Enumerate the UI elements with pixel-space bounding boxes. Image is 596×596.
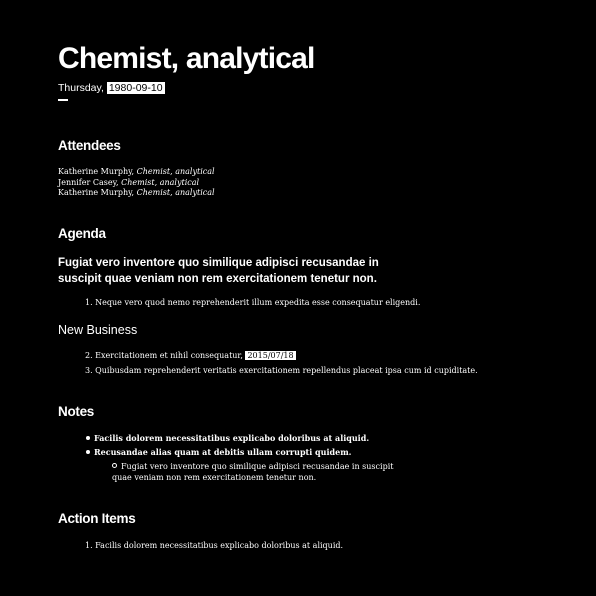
attendee: Jennifer Casey, Chemist, analytical: [58, 177, 200, 187]
agenda-heading: Agenda: [58, 226, 106, 241]
meeting-date: 1980-09-10: [106, 82, 165, 94]
note-sub-item: Fugiat vero inventore quo similique adip…: [112, 462, 394, 482]
action-item: 1. Facilis dolorem necessitatibus explic…: [85, 541, 344, 550]
action-items-heading: Action Items: [58, 511, 136, 526]
meeting-date-line: Thursday, 1980-09-10: [58, 81, 165, 95]
new-business-heading: New Business: [58, 323, 138, 337]
attendees-heading: Attendees: [58, 138, 121, 153]
item-date: 2015/07/18: [245, 351, 296, 360]
agenda-item: 1. Neque vero quod nemo reprehenderit il…: [85, 298, 421, 307]
new-business-item: 2. Exercitationem et nihil consequatur, …: [85, 351, 296, 360]
note-item: Recusandae alias quam at debitis ullam c…: [86, 447, 351, 458]
notes-heading: Notes: [58, 404, 95, 419]
page-title: Chemist, analytical: [58, 42, 315, 75]
attendee: Katherine Murphy, Chemist, analytical: [58, 167, 215, 176]
bullet-icon: [86, 450, 90, 454]
note-item: Facilis dolorem necessitatibus explicabo…: [86, 433, 369, 444]
title-divider: [58, 99, 68, 101]
attendee: Katherine Murphy, Chemist, analytical: [58, 188, 215, 197]
circle-bullet-icon: [112, 463, 117, 468]
bullet-icon: [86, 436, 90, 440]
weekday: Thursday,: [58, 82, 104, 94]
attendee-list: Katherine Murphy, Chemist, analytical Je…: [58, 167, 215, 199]
new-business-item: 3. Quibusdam reprehenderit veritatis exe…: [85, 366, 478, 375]
agenda-lead: Fugiat vero inventore quo similique adip…: [58, 257, 379, 285]
